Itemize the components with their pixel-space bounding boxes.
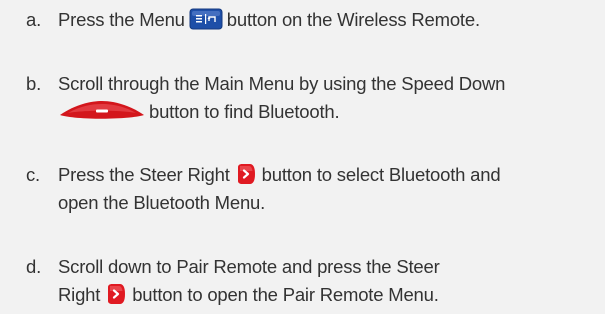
step-text-after: button to open the Pair Remote Menu. — [132, 284, 439, 305]
speed-down-button-icon — [58, 100, 146, 122]
step-text-before: Right — [58, 284, 101, 305]
step-text-line1: Press the Steer Right button to select B… — [58, 161, 601, 189]
step-letter: b. — [26, 73, 42, 94]
step-d: d. Scroll down to Pair Remote and press … — [26, 253, 601, 309]
step-text: Press the Steer Right button to select B… — [58, 161, 601, 217]
step-b: b. Scroll through the Main Menu by using… — [26, 70, 601, 126]
step-letter: c. — [26, 164, 40, 185]
step-text-line2: Right button to open the Pair Remote Men… — [58, 281, 601, 309]
instruction-steps: a. Press the Menu button on the Wireless… — [0, 0, 605, 314]
step-letter: d. — [26, 256, 42, 277]
step-text-after: button on the Wireless Remote. — [226, 9, 480, 30]
step-text-before: Press the Steer Right — [58, 164, 230, 185]
steer-right-button-icon — [106, 283, 126, 305]
step-text-after: button to find Bluetooth. — [149, 101, 340, 122]
step-a: a. Press the Menu button on the Wireless… — [26, 6, 601, 34]
step-text-after: button to select Bluetooth and — [261, 164, 501, 185]
step-text-line1: Scroll down to Pair Remote and press the… — [58, 256, 440, 277]
step-text-line2: button to find Bluetooth. — [58, 98, 601, 126]
step-text-before: Press the Menu — [58, 9, 185, 30]
step-letter: a. — [26, 9, 42, 30]
step-text-line1: Scroll through the Main Menu by using th… — [58, 73, 506, 94]
step-c: c. Press the Steer Right button to selec… — [26, 161, 601, 217]
step-text-line2: open the Bluetooth Menu. — [58, 192, 266, 213]
steer-right-button-icon — [236, 163, 256, 185]
step-text: Press the Menu button on the Wireless Re… — [58, 6, 601, 34]
step-text: Scroll down to Pair Remote and press the… — [58, 253, 601, 309]
step-text: Scroll through the Main Menu by using th… — [58, 70, 601, 126]
menu-button-icon — [189, 8, 223, 30]
